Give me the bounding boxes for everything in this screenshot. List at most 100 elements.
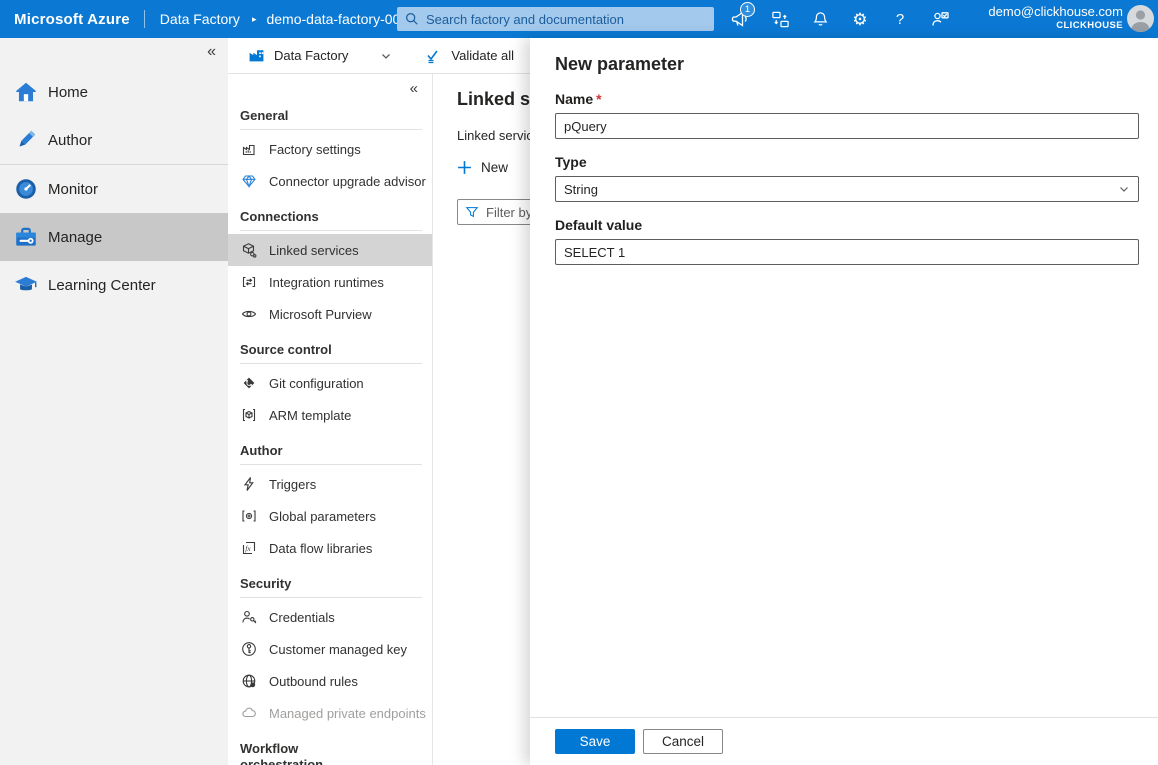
breadcrumb-caret-icon: ▸ xyxy=(252,15,257,24)
menu-item-data-flow-libraries[interactable]: fx Data flow libraries xyxy=(228,532,432,564)
switch-factory-icon xyxy=(771,10,790,29)
topbar-buttons: 1 ⚙ ? xyxy=(720,0,960,38)
type-dropdown[interactable]: String xyxy=(555,176,1139,202)
menu-item-label: Managed private endpoints xyxy=(269,706,426,721)
panel-footer: Save Cancel xyxy=(530,717,1158,765)
help-button[interactable]: ? xyxy=(880,0,920,38)
menu-item-arm-template[interactable]: ARM template xyxy=(228,399,432,431)
cloud-icon xyxy=(241,705,257,721)
account-email: demo@clickhouse.com xyxy=(988,4,1123,20)
section-title: Security xyxy=(228,564,432,597)
section-divider xyxy=(240,464,422,465)
menu-section-source-control: Source control Git configuration ARM tem… xyxy=(228,330,432,431)
name-field-group: Name* xyxy=(555,90,1139,139)
panel-body: New parameter Name* Type String Default … xyxy=(530,38,1158,265)
person-icon xyxy=(1127,5,1154,32)
help-icon: ? xyxy=(896,12,904,27)
section-divider xyxy=(240,363,422,364)
section-divider xyxy=(240,230,422,231)
section-title: Workflow orchestration manager xyxy=(228,729,432,765)
breadcrumb-app[interactable]: Data Factory xyxy=(160,11,240,27)
eye-icon xyxy=(241,306,257,322)
left-nav-items: Home Author Monitor Manage xyxy=(0,68,228,309)
menu-item-credentials[interactable]: Credentials xyxy=(228,601,432,633)
plus-icon xyxy=(457,160,472,175)
factory-chart-icon xyxy=(241,141,257,157)
nav-item-manage[interactable]: Manage xyxy=(0,213,228,261)
bell-icon xyxy=(811,10,830,29)
pencil-icon xyxy=(13,127,39,153)
filter-funnel-icon xyxy=(465,205,479,219)
menu-item-triggers[interactable]: Triggers xyxy=(228,468,432,500)
avatar[interactable] xyxy=(1127,5,1154,32)
search-icon xyxy=(405,12,419,26)
switch-factory-button[interactable] xyxy=(760,0,800,38)
announcements-button[interactable]: 1 xyxy=(720,0,760,38)
nav-item-learning-center[interactable]: Learning Center xyxy=(0,261,228,309)
default-value-input[interactable] xyxy=(555,239,1139,265)
notifications-button[interactable] xyxy=(800,0,840,38)
toolbar-factory-label[interactable]: Data Factory xyxy=(274,48,348,63)
menu-item-label: Global parameters xyxy=(269,509,376,524)
name-input[interactable] xyxy=(555,113,1139,139)
validate-all-button[interactable]: Validate all xyxy=(425,48,514,64)
menu-section-connections: Connections Linked services Integration … xyxy=(228,197,432,330)
globe-icon xyxy=(241,673,257,689)
new-linked-service-button[interactable]: New xyxy=(457,160,527,175)
menu-item-integration-runtimes[interactable]: Integration runtimes xyxy=(228,266,432,298)
menu-item-label: Credentials xyxy=(269,610,335,625)
account-tenant: CLICKHOUSE xyxy=(988,20,1123,31)
cancel-button[interactable]: Cancel xyxy=(643,729,723,754)
data-factory-icon xyxy=(248,47,265,64)
menu-item-git-configuration[interactable]: Git configuration xyxy=(228,367,432,399)
left-nav: « Home Author Monitor xyxy=(0,38,228,765)
nav-item-label: Author xyxy=(48,132,92,149)
menu-item-factory-settings[interactable]: Factory settings xyxy=(228,133,432,165)
required-marker: * xyxy=(596,91,601,107)
manage-menu-collapse-icon[interactable]: « xyxy=(228,74,432,96)
feedback-button[interactable] xyxy=(920,0,960,38)
brand-divider xyxy=(144,10,145,28)
azure-data-factory-app: Microsoft Azure Data Factory ▸ demo-data… xyxy=(0,0,1158,765)
validate-check-icon xyxy=(425,48,443,64)
menu-item-connector-upgrade-advisor[interactable]: Connector upgrade advisor xyxy=(228,165,432,197)
breadcrumb-factory-name[interactable]: demo-data-factory-00 xyxy=(266,11,400,27)
top-bar: Microsoft Azure Data Factory ▸ demo-data… xyxy=(0,0,1158,38)
nav-item-label: Manage xyxy=(48,229,102,246)
git-icon xyxy=(241,375,257,391)
gauge-icon xyxy=(13,176,39,202)
left-nav-collapse-icon[interactable]: « xyxy=(207,43,216,61)
section-title: General xyxy=(228,96,432,129)
nav-item-author[interactable]: Author xyxy=(0,116,228,164)
menu-item-label: Microsoft Purview xyxy=(269,307,372,322)
nav-item-monitor[interactable]: Monitor xyxy=(0,165,228,213)
brand-title[interactable]: Microsoft Azure xyxy=(14,11,130,28)
menu-item-linked-services[interactable]: Linked services xyxy=(228,234,432,266)
default-value-label: Default value xyxy=(555,216,1139,234)
menu-item-managed-private-endpoints[interactable]: Managed private endpoints xyxy=(228,697,432,729)
chevron-down-icon[interactable] xyxy=(380,50,392,62)
manage-menu: « General Factory settings Connector upg… xyxy=(228,74,433,765)
linked-cube-icon xyxy=(241,242,257,258)
menu-item-microsoft-purview[interactable]: Microsoft Purview xyxy=(228,298,432,330)
type-label: Type xyxy=(555,153,1139,171)
account-info[interactable]: demo@clickhouse.com CLICKHOUSE xyxy=(988,4,1123,31)
menu-item-label: Outbound rules xyxy=(269,674,358,689)
section-title: Author xyxy=(228,431,432,464)
menu-item-customer-managed-key[interactable]: Customer managed key xyxy=(228,633,432,665)
settings-button[interactable]: ⚙ xyxy=(840,0,880,38)
menu-item-label: Git configuration xyxy=(269,376,364,391)
arm-template-icon xyxy=(241,407,257,423)
nav-item-label: Home xyxy=(48,84,88,101)
gear-icon: ⚙ xyxy=(852,11,867,28)
menu-item-outbound-rules[interactable]: Outbound rules xyxy=(228,665,432,697)
person-key-icon xyxy=(241,609,257,625)
at-brackets-icon xyxy=(241,508,257,524)
save-button[interactable]: Save xyxy=(555,729,635,754)
name-label: Name* xyxy=(555,90,1139,108)
search-input[interactable] xyxy=(426,12,706,27)
gem-icon xyxy=(241,173,257,189)
nav-item-home[interactable]: Home xyxy=(0,68,228,116)
menu-item-global-parameters[interactable]: Global parameters xyxy=(228,500,432,532)
global-search[interactable] xyxy=(397,7,714,31)
